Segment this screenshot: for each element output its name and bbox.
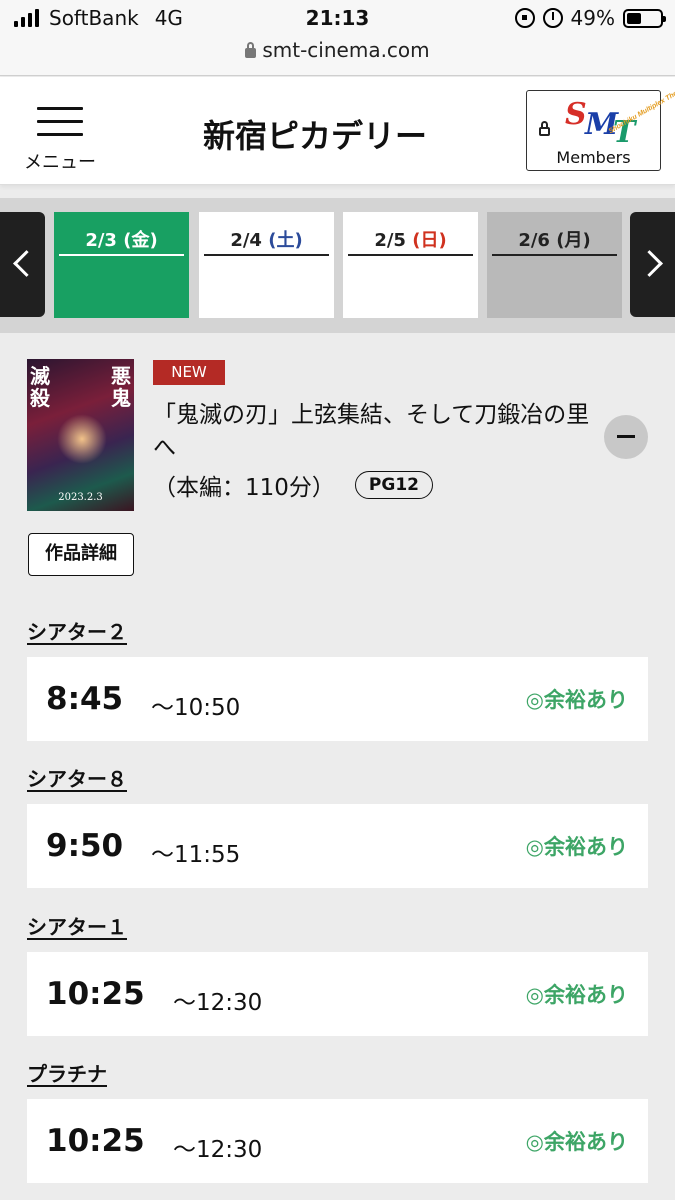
runtime: （本編：110分） <box>153 475 335 501</box>
movie-poster: 滅殺 悪鬼 2023.2.3 <box>27 359 134 511</box>
poster-text-right: 悪鬼 <box>111 364 131 410</box>
start-time: 8:45 <box>46 681 124 717</box>
date-selector: 2/3 (金) 2/4 (土) 2/5 (日) 2/6 (月) <box>0 198 675 333</box>
date-underline <box>492 254 617 256</box>
date-label: 2/3 (金) <box>54 226 189 252</box>
new-badge: NEW <box>153 360 225 385</box>
showtime-card[interactable]: 10:25 〜12:30 ◎余裕あり <box>27 952 648 1036</box>
availability-status: ◎余裕あり <box>525 1130 628 1154</box>
movie-detail-button[interactable]: 作品詳細 <box>28 533 134 576</box>
site-header: メニュー 新宿ピカデリー S M T Shochiku Multiplex Th… <box>0 77 675 185</box>
showtime-card[interactable]: 9:50 〜11:55 ◎余裕あり <box>27 804 648 888</box>
end-time: 〜11:55 <box>151 842 241 868</box>
date-text: 2/3 <box>85 230 117 251</box>
date-underline <box>348 254 473 256</box>
address-bar[interactable]: smt-cinema.com <box>0 38 675 76</box>
screen-name: シアター８ <box>27 767 127 791</box>
rotation-lock-icon <box>514 8 535 28</box>
status-bar: SoftBank 4G 21:13 49% <box>0 0 675 38</box>
prev-date-button[interactable] <box>0 212 45 317</box>
collapse-button[interactable] <box>604 415 648 459</box>
date-label: 2/6 (月) <box>487 226 622 252</box>
date-tab-2-3[interactable]: 2/3 (金) <box>54 212 189 318</box>
availability-status: ◎余裕あり <box>525 688 628 712</box>
hamburger-icon <box>37 107 83 146</box>
url-text: smt-cinema.com <box>262 38 430 62</box>
logo-letter-s: S <box>565 97 587 132</box>
next-date-button[interactable] <box>630 212 675 317</box>
availability-status: ◎余裕あり <box>525 983 628 1007</box>
day-of-week: (日) <box>412 230 447 251</box>
menu-label: メニュー <box>24 152 96 173</box>
battery-icon <box>623 8 666 28</box>
battery-level <box>627 12 641 24</box>
poster-date: 2023.2.3 <box>58 492 103 503</box>
date-text: 2/5 <box>374 230 406 251</box>
lock-icon <box>539 121 550 136</box>
screen-name: プラチナ <box>27 1062 107 1086</box>
members-label: Members <box>556 148 631 167</box>
page-title: 新宿ピカデリー <box>202 117 427 155</box>
screen-name: シアター２ <box>27 620 127 644</box>
start-time: 10:25 <box>46 1123 145 1159</box>
date-tab-2-5[interactable]: 2/5 (日) <box>343 212 478 318</box>
alarm-icon <box>542 8 563 28</box>
status-right: 49% <box>514 6 666 30</box>
rating-badge: PG12 <box>354 471 433 499</box>
movie-title: 「鬼滅の刃」上弦集結、そして刀鍛冶の里へ <box>153 402 590 461</box>
end-time: 〜10:50 <box>151 695 241 721</box>
battery-percent: 49% <box>570 6 615 30</box>
day-of-week: (土) <box>268 230 303 251</box>
members-button[interactable]: S M T Shochiku Multiplex Theatres Member… <box>526 82 675 171</box>
start-time: 9:50 <box>46 828 124 864</box>
showtime-card[interactable]: 8:45 〜10:50 ◎余裕あり <box>27 657 648 741</box>
end-time: 〜12:30 <box>173 1137 263 1163</box>
availability-status: ◎余裕あり <box>525 835 628 859</box>
date-tab-2-6: 2/6 (月) <box>487 212 622 318</box>
date-underline <box>204 254 329 256</box>
date-label: 2/5 (日) <box>343 226 478 252</box>
screen-name: シアター１ <box>27 915 127 939</box>
start-time: 10:25 <box>46 976 145 1012</box>
menu-button[interactable]: メニュー <box>22 105 98 175</box>
padlock-icon <box>245 42 257 58</box>
date-tab-2-4[interactable]: 2/4 (土) <box>199 212 334 318</box>
date-label: 2/4 (土) <box>199 226 334 252</box>
date-underline <box>59 254 184 256</box>
smt-logo: S M T Shochiku Multiplex Theatres <box>563 82 675 150</box>
end-time: 〜12:30 <box>173 990 263 1016</box>
day-of-week: (金) <box>123 230 158 251</box>
poster-text-left: 滅殺 <box>30 364 50 410</box>
showtime-card[interactable]: 10:25 〜12:30 ◎余裕あり <box>27 1099 648 1183</box>
runtime-row: （本編：110分） PG12 <box>153 468 433 502</box>
day-of-week: (月) <box>556 230 591 251</box>
date-text: 2/6 <box>518 230 550 251</box>
date-text: 2/4 <box>230 230 262 251</box>
